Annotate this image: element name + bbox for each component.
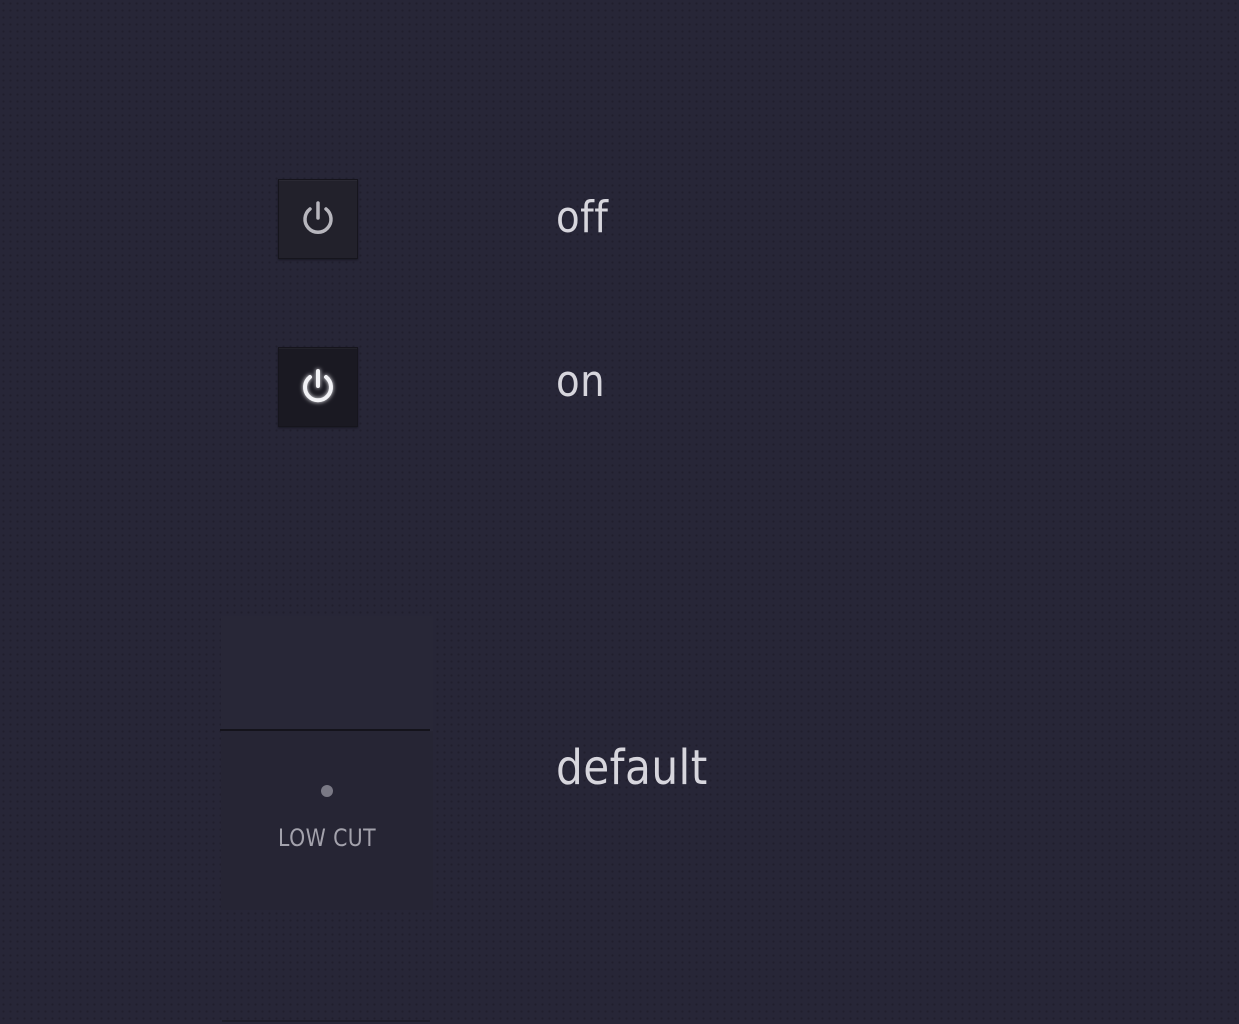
state-label-default: default — [556, 740, 708, 796]
lowcut-bottom-panel — [221, 731, 433, 910]
lowcut-button[interactable]: LOW CUT — [220, 616, 433, 910]
state-label-off: off — [556, 192, 609, 243]
power-icon — [294, 363, 342, 411]
indicator-dot-icon — [321, 785, 333, 797]
lowcut-top-panel — [221, 616, 433, 729]
power-button-off[interactable] — [278, 179, 358, 259]
power-icon — [296, 197, 340, 241]
state-label-on: on — [556, 356, 606, 407]
divider — [222, 1020, 430, 1022]
lowcut-label: LOW CUT — [278, 824, 376, 852]
power-button-on[interactable] — [278, 347, 358, 427]
